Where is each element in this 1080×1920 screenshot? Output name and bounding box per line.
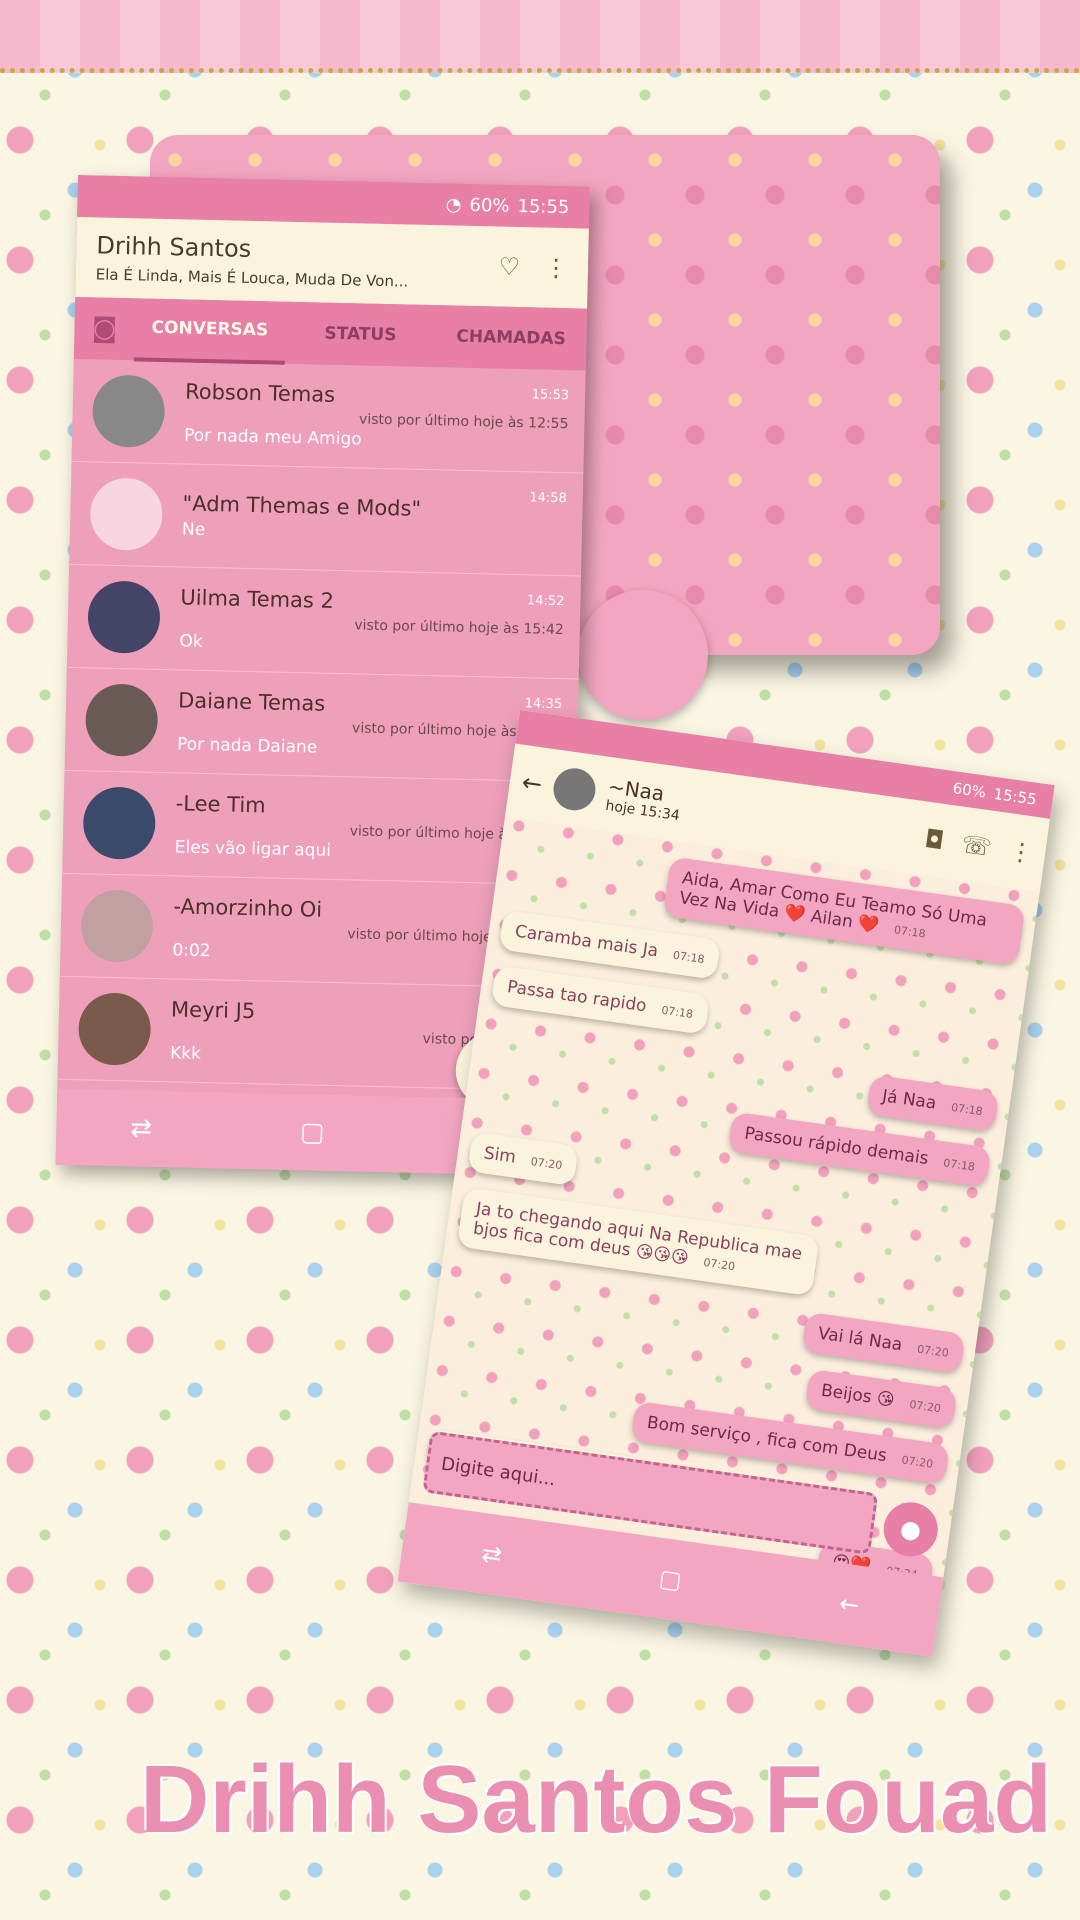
message-time: 07:18 bbox=[893, 923, 927, 941]
profile-status: Ela É Linda, Mais É Louca, Muda De Von..… bbox=[95, 265, 409, 291]
call-icon[interactable]: ☏ bbox=[960, 830, 994, 862]
chat-name: "Adm Themas e Mods" bbox=[182, 491, 422, 521]
back-arrow-icon[interactable]: ← bbox=[520, 768, 544, 799]
menu-icon-2[interactable]: ⋮ bbox=[1007, 837, 1035, 868]
message-text: Aida, Amar Como Eu Teamo Só Uma Vez Na V… bbox=[677, 868, 989, 936]
app-bar: Drihh Santos Ela É Linda, Mais É Louca, … bbox=[75, 216, 589, 309]
chat-row[interactable]: Robson Temas visto por último hoje às 12… bbox=[71, 358, 586, 474]
chat-name: Uilma Temas 2 bbox=[180, 585, 335, 613]
recent-apps-icon-2[interactable]: ⇄ bbox=[480, 1539, 504, 1570]
message-text: Beijos 😘 bbox=[819, 1380, 896, 1411]
home-icon[interactable]: ▢ bbox=[300, 1117, 325, 1148]
battery-level-2: 60% bbox=[951, 779, 988, 802]
camera-icon[interactable]: ◙ bbox=[74, 313, 135, 344]
avatar[interactable] bbox=[91, 374, 166, 449]
message-text: Caramba mais Ja bbox=[513, 921, 660, 962]
brand-title: Drihh Santos Fouad bbox=[140, 1746, 1052, 1853]
avatar[interactable] bbox=[84, 683, 159, 757]
message-time: 07:18 bbox=[660, 1003, 694, 1021]
back-icon-2[interactable]: ← bbox=[837, 1589, 861, 1620]
message-time: 07:20 bbox=[529, 1154, 564, 1173]
message-bubble[interactable]: Já Naa 07:18 bbox=[865, 1074, 1000, 1133]
tab-bar: ◙ CONVERSAS STATUS CHAMADAS bbox=[73, 296, 588, 371]
background-heart bbox=[578, 590, 708, 720]
chat-time: 15:53 bbox=[531, 387, 570, 404]
message-bubble[interactable]: Sim 07:20 bbox=[467, 1131, 580, 1187]
recent-apps-icon[interactable]: ⇄ bbox=[130, 1113, 152, 1143]
chat-row[interactable]: Uilma Temas 2 visto por último hoje às 1… bbox=[66, 564, 582, 680]
wifi-icon: ◔ bbox=[445, 193, 462, 216]
message-text: Já Naa bbox=[880, 1086, 938, 1114]
home-icon-2[interactable]: ▢ bbox=[657, 1564, 683, 1595]
message-time: 07:20 bbox=[916, 1342, 950, 1360]
chat-time: 14:58 bbox=[529, 490, 567, 507]
clock-2: 15:55 bbox=[992, 784, 1038, 809]
message-text: Passa tao rapido bbox=[505, 977, 648, 1017]
tab-conversas[interactable]: CONVERSAS bbox=[133, 297, 286, 365]
chat-name: Daiane Temas bbox=[177, 688, 326, 716]
message-time: 07:18 bbox=[672, 948, 706, 967]
message-time: 07:20 bbox=[702, 1255, 736, 1274]
mic-icon[interactable]: ● bbox=[880, 1498, 942, 1560]
top-banner bbox=[0, 0, 1080, 73]
message-text: Passou rápido demais bbox=[743, 1123, 930, 1170]
message-time: 07:18 bbox=[950, 1100, 984, 1119]
message-time: 07:18 bbox=[942, 1156, 976, 1174]
avatar[interactable] bbox=[82, 786, 157, 860]
message-text: Vai lá Naa bbox=[816, 1323, 904, 1356]
chat-time: 14:52 bbox=[526, 593, 565, 610]
battery-level: 60% bbox=[469, 194, 510, 217]
tab-status[interactable]: STATUS bbox=[284, 303, 436, 366]
chat-time: 14:35 bbox=[524, 696, 563, 713]
profile-name[interactable]: Drihh Santos bbox=[96, 231, 475, 268]
avatar[interactable] bbox=[77, 992, 152, 1066]
chat-row[interactable]: Daiane Temas visto por último hoje às 15… bbox=[64, 667, 579, 783]
menu-icon[interactable]: ⋮ bbox=[544, 254, 569, 283]
chat-name: Robson Temas bbox=[184, 379, 336, 407]
message-text: Sim bbox=[482, 1143, 518, 1168]
chat-last-message: Ne bbox=[181, 519, 206, 540]
contact-avatar[interactable] bbox=[550, 765, 599, 814]
message-time: 07:20 bbox=[900, 1453, 934, 1471]
avatar[interactable] bbox=[80, 889, 154, 963]
message-time: 07:20 bbox=[908, 1398, 942, 1416]
tab-chamadas[interactable]: CHAMADAS bbox=[435, 306, 587, 369]
video-call-icon[interactable]: ◘ bbox=[923, 825, 946, 855]
avatar[interactable] bbox=[89, 477, 164, 551]
chat-row[interactable]: "Adm Themas e Mods" Ne 14:58 bbox=[69, 461, 584, 577]
balloon-icon[interactable]: ♡ bbox=[498, 253, 520, 281]
clock: 15:55 bbox=[517, 195, 570, 218]
avatar[interactable] bbox=[87, 580, 161, 654]
chat-name: -Lee Tim bbox=[175, 791, 266, 818]
